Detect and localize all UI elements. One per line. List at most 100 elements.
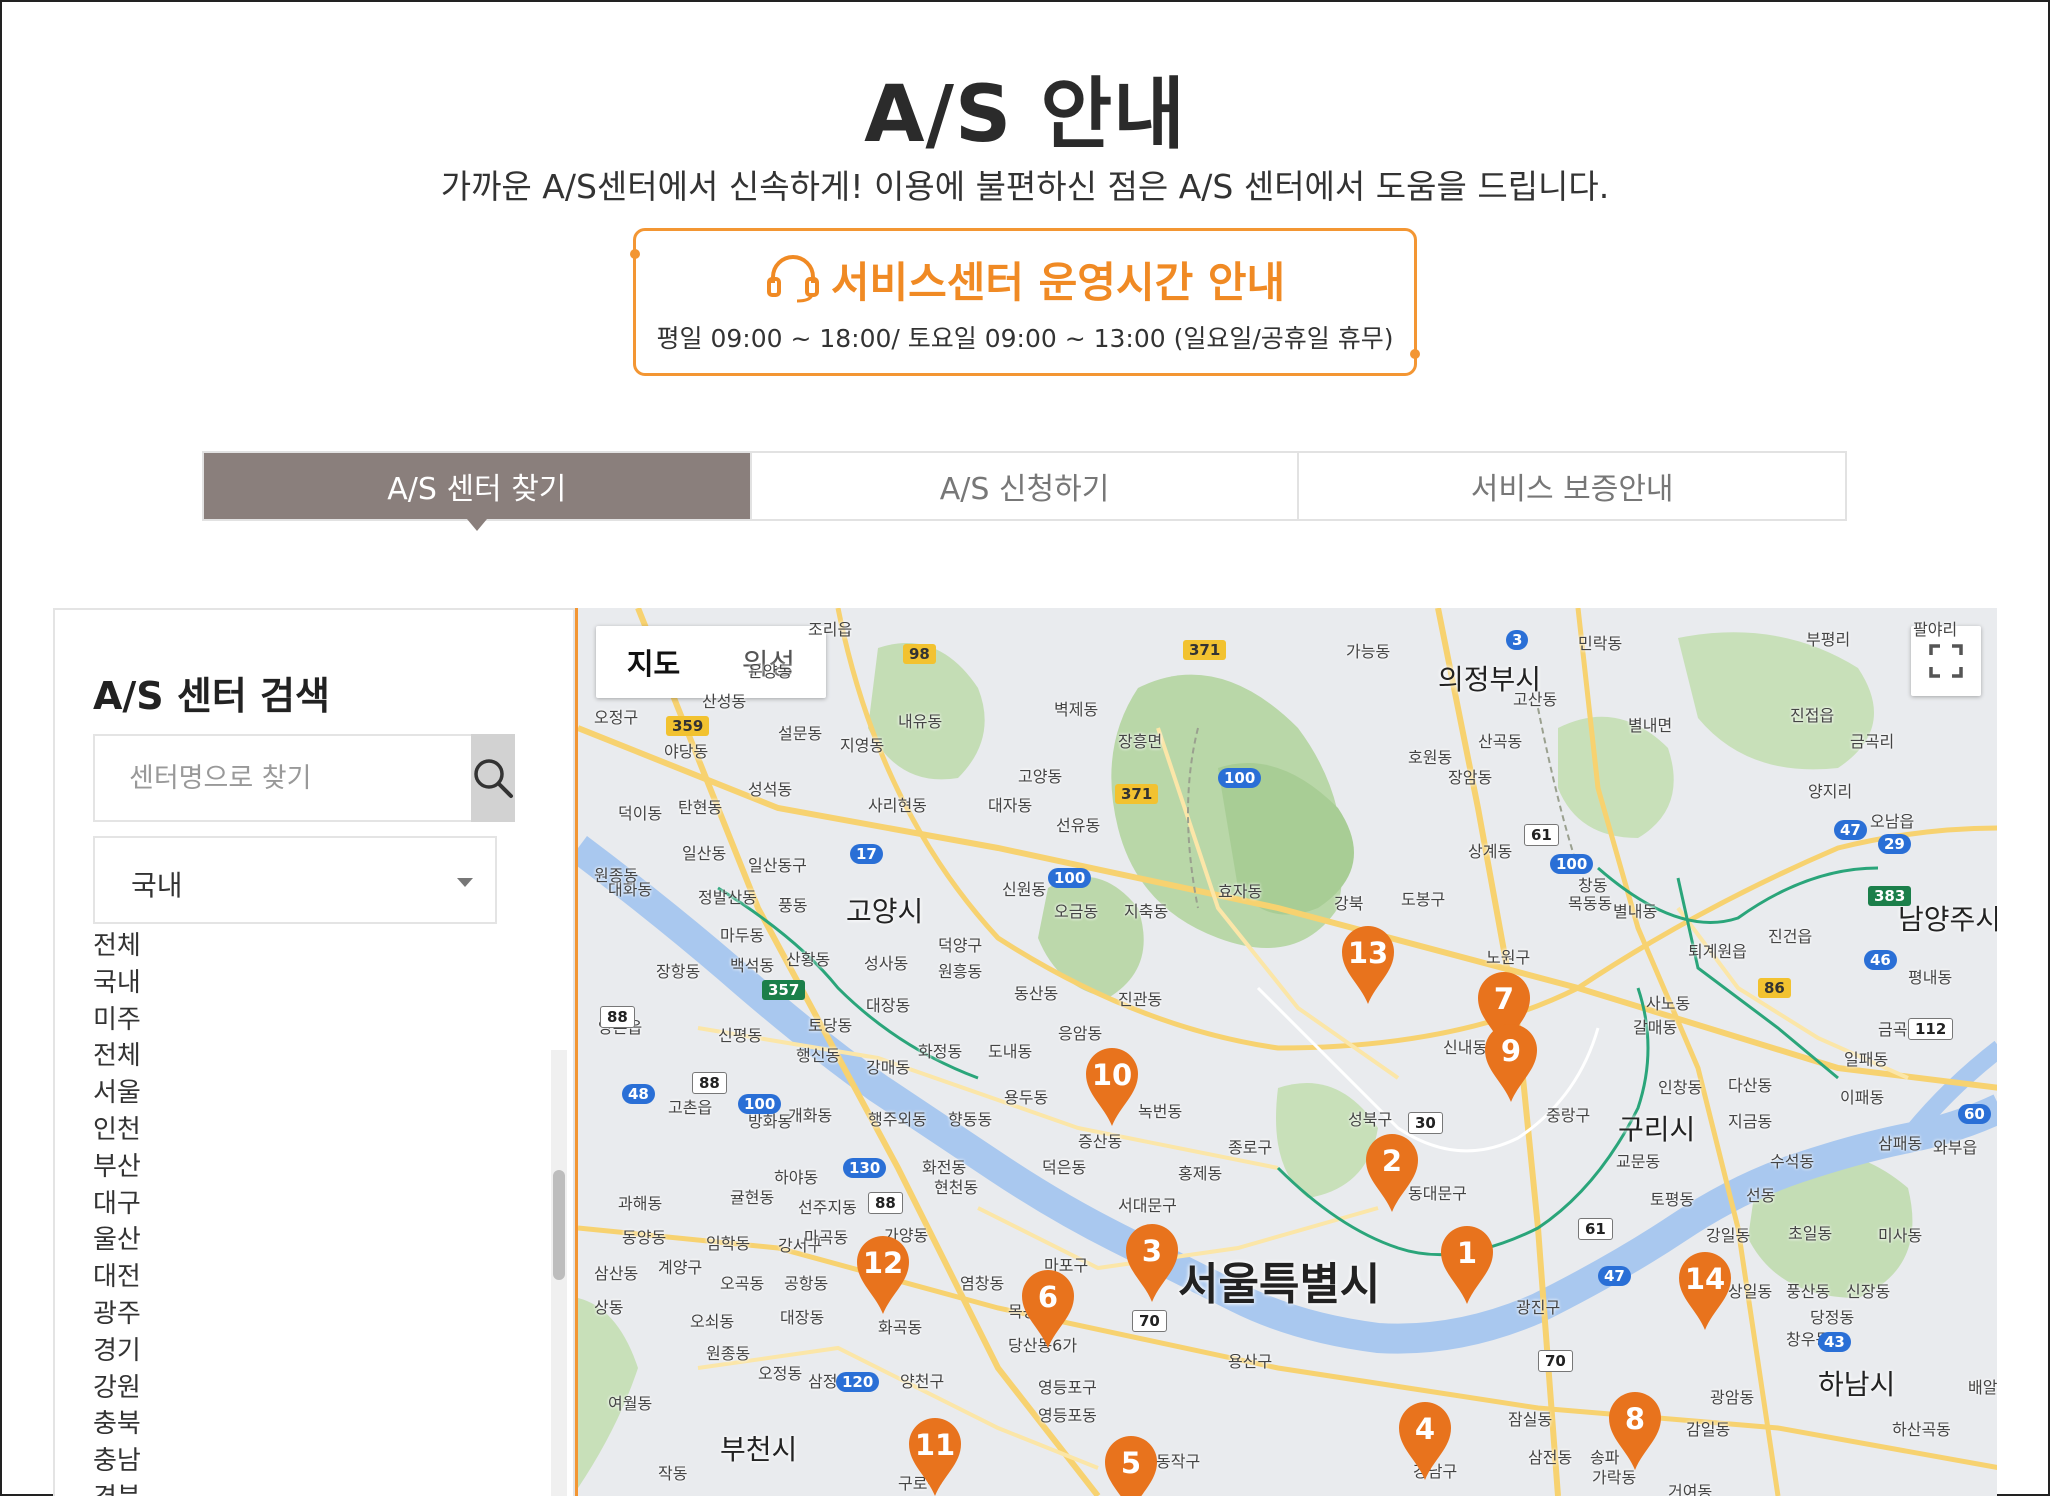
marker-number: 5 bbox=[1120, 1446, 1142, 1480]
map-place-label: 오금동 bbox=[1054, 902, 1099, 921]
region-option[interactable]: 경북 bbox=[93, 1480, 141, 1496]
region-select[interactable]: 국내 bbox=[93, 836, 497, 924]
service-center-marker[interactable]: 5 bbox=[1103, 1434, 1159, 1496]
map-place-label: 마두동 bbox=[720, 926, 765, 945]
map-place-label: 백석동 bbox=[730, 956, 775, 975]
region-option[interactable]: 대전 bbox=[93, 1259, 141, 1296]
map-place-label: 퇴계원읍 bbox=[1688, 942, 1747, 961]
map-place-label: 탄현동 bbox=[678, 798, 723, 817]
map-place-label: 광진구 bbox=[1516, 1298, 1561, 1317]
tab-bar: A/S 센터 찾기 A/S 신청하기 서비스 보증안내 bbox=[202, 451, 1847, 531]
map-place-label: 도봉구 bbox=[1401, 890, 1446, 909]
region-option[interactable]: 국내 bbox=[93, 965, 141, 1002]
map-place-label: 별내면 bbox=[1628, 716, 1673, 735]
map-place-label: 향동동 bbox=[948, 1110, 993, 1129]
map-place-label: 지영동 bbox=[840, 736, 885, 755]
region-option[interactable]: 인천 bbox=[93, 1112, 141, 1149]
region-option[interactable]: 부산 bbox=[93, 1149, 141, 1186]
map-place-label: 오남읍 bbox=[1870, 812, 1915, 831]
tab-as-center-find[interactable]: A/S 센터 찾기 bbox=[204, 453, 752, 531]
service-center-marker[interactable]: 13 bbox=[1340, 924, 1396, 1006]
route-shield: 88 bbox=[692, 1072, 727, 1094]
highway-shield: 29 bbox=[1878, 834, 1911, 854]
highway-shield: 100 bbox=[1048, 868, 1092, 888]
search-panel: A/S 센터 검색 국내 전체 국내 미주 전체 서울 인천 부산 대구 울산 … bbox=[53, 608, 575, 1496]
service-hours-box: 서비스센터 운영시간 안내 평일 09:00 ~ 18:00/ 토요일 09:0… bbox=[630, 228, 1420, 376]
map-place-label: 신평동 bbox=[718, 1026, 763, 1045]
map-place-label: 금곡리 bbox=[1850, 732, 1895, 751]
service-center-marker[interactable]: 1 bbox=[1439, 1224, 1495, 1306]
map-place-label: 장암동 bbox=[1448, 768, 1493, 787]
marker-number: 9 bbox=[1500, 1034, 1522, 1068]
map-place-label: 현천동 bbox=[934, 1178, 979, 1197]
map-city-label: 고양시 bbox=[846, 895, 924, 928]
region-option[interactable]: 대구 bbox=[93, 1186, 141, 1223]
map-place-label: 응암동 bbox=[1058, 1024, 1103, 1043]
region-option[interactable]: 울산 bbox=[93, 1222, 141, 1259]
region-option[interactable]: 광주 bbox=[93, 1296, 141, 1333]
region-option[interactable]: 충북 bbox=[93, 1406, 141, 1443]
map-place-label: 화곡동 bbox=[878, 1318, 923, 1337]
route-shield: 383 bbox=[1868, 886, 1912, 906]
service-center-marker[interactable]: 8 bbox=[1607, 1390, 1663, 1472]
center-search-input[interactable] bbox=[95, 736, 471, 820]
map-place-label: 상동 bbox=[594, 1298, 624, 1317]
highway-shield: 43 bbox=[1818, 1332, 1851, 1352]
service-center-marker[interactable]: 10 bbox=[1084, 1046, 1140, 1128]
region-option[interactable]: 충남 bbox=[93, 1443, 141, 1480]
tab-service-warranty[interactable]: 서비스 보증안내 bbox=[1299, 453, 1846, 519]
map-place-label: 운양동 bbox=[748, 662, 793, 681]
service-center-marker[interactable]: 3 bbox=[1124, 1222, 1180, 1304]
page-subtitle: 가까운 A/S센터에서 신속하게! 이용에 불편하신 점은 A/S 센터에서 도… bbox=[440, 167, 1610, 206]
map-place-label: 일산동 bbox=[682, 844, 727, 863]
map-place-label: 동작구 bbox=[1156, 1452, 1201, 1471]
service-center-marker[interactable]: 12 bbox=[855, 1234, 911, 1316]
region-option[interactable]: 서울 bbox=[93, 1075, 141, 1112]
map-place-label: 영등포구 bbox=[1038, 1378, 1097, 1397]
marker-number: 13 bbox=[1347, 936, 1389, 970]
map-place-label: 설문동 bbox=[778, 724, 823, 743]
tab-as-request[interactable]: A/S 신청하기 bbox=[751, 453, 1300, 519]
region-option[interactable]: 전체 bbox=[93, 1038, 141, 1075]
search-box bbox=[93, 734, 515, 822]
region-option[interactable]: 전체 bbox=[93, 928, 141, 965]
map-place-label: 잠실동 bbox=[1508, 1410, 1553, 1429]
highway-shield: 17 bbox=[850, 844, 883, 864]
service-center-marker[interactable]: 9 bbox=[1483, 1022, 1539, 1104]
map-place-label: 신장동 bbox=[1846, 1282, 1891, 1301]
region-option[interactable]: 미주 bbox=[93, 1002, 141, 1039]
search-button[interactable] bbox=[471, 734, 515, 822]
map-place-label: 오정동 bbox=[758, 1364, 803, 1383]
service-center-marker[interactable]: 4 bbox=[1397, 1400, 1453, 1482]
map-view[interactable]: 지도 위성 서울특별시 고양시 의정부시 구리시 남양주시 하남시 부천시 조리… bbox=[575, 608, 1997, 1496]
map-type-roadmap-button[interactable]: 지도 bbox=[596, 626, 711, 698]
service-center-marker[interactable]: 2 bbox=[1364, 1132, 1420, 1214]
map-place-label: 계양구 bbox=[658, 1258, 703, 1277]
search-panel-title: A/S 센터 검색 bbox=[93, 674, 330, 718]
list-scrollbar-thumb[interactable] bbox=[553, 1170, 565, 1280]
map-place-label: 중랑구 bbox=[1546, 1106, 1591, 1125]
marker-number: 12 bbox=[862, 1246, 904, 1280]
map-place-label: 대장동 bbox=[780, 1308, 825, 1327]
map-place-label: 사리현동 bbox=[868, 796, 927, 815]
map-place-label: 대자동 bbox=[988, 796, 1033, 815]
region-select-value: 국내 bbox=[131, 869, 183, 902]
map-place-label: 고촌읍 bbox=[668, 1098, 713, 1117]
map-place-label: 서대문구 bbox=[1118, 1196, 1177, 1215]
map-place-label: 덕양구 bbox=[938, 936, 983, 955]
map-place-label: 양지리 bbox=[1808, 782, 1853, 801]
map-place-label: 고양동 bbox=[1018, 767, 1063, 786]
region-option[interactable]: 강원 bbox=[93, 1370, 141, 1407]
map-place-label: 다산동 bbox=[1728, 1076, 1773, 1095]
map-place-label: 용두동 bbox=[1004, 1088, 1049, 1107]
page-title: A/S 안내 bbox=[864, 70, 1186, 160]
map-place-label: 선주지동 bbox=[798, 1198, 857, 1217]
service-center-marker[interactable]: 14 bbox=[1677, 1250, 1733, 1332]
map-place-label: 교문동 bbox=[1616, 1152, 1661, 1171]
service-center-marker[interactable]: 6 bbox=[1020, 1268, 1076, 1350]
service-center-marker[interactable]: 11 bbox=[907, 1416, 963, 1496]
route-shield: 359 bbox=[666, 716, 710, 736]
map-place-label: 토평동 bbox=[1650, 1190, 1695, 1209]
region-option[interactable]: 경기 bbox=[93, 1333, 141, 1370]
map-place-label: 산성동 bbox=[702, 692, 747, 711]
